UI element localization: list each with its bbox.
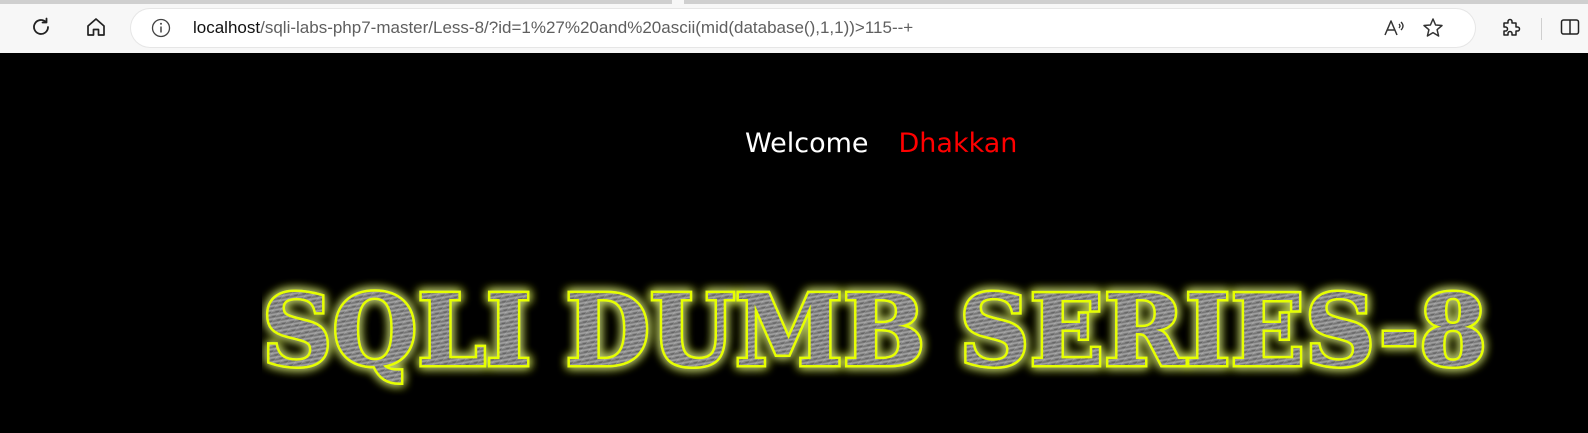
extensions-button[interactable]: [1497, 13, 1525, 41]
tab-active[interactable]: [684, 0, 1588, 4]
toolbar-divider: [1541, 18, 1542, 40]
home-button[interactable]: [82, 13, 110, 41]
welcome-name: Dhakkan: [898, 128, 1018, 159]
info-icon[interactable]: [151, 18, 171, 38]
home-icon: [87, 18, 105, 36]
read-aloud-button[interactable]: [1382, 16, 1406, 40]
refresh-icon: [33, 17, 49, 35]
url-path: /sqli-labs-php7-master/Less-8/?id=1%27%2…: [260, 18, 914, 37]
welcome-label: Welcome: [745, 128, 869, 159]
tab-strip: [0, 0, 1588, 4]
split-screen-icon: [1560, 19, 1580, 35]
address-bar[interactable]: localhost/sqli-labs-php7-master/Less-8/?…: [131, 9, 1475, 47]
split-screen-button[interactable]: [1556, 13, 1584, 41]
refresh-button[interactable]: [27, 13, 55, 41]
series-banner-text: SQLI DUMB SERIES-8: [262, 274, 1487, 389]
series-banner: SQLI DUMB SERIES-8: [262, 273, 1502, 403]
url-text[interactable]: localhost/sqli-labs-php7-master/Less-8/?…: [193, 9, 913, 47]
star-icon: [1423, 18, 1443, 37]
url-host: localhost: [193, 18, 261, 37]
tab-inactive[interactable]: [0, 0, 672, 4]
read-aloud-icon: [1384, 20, 1404, 36]
welcome-message: Welcome Dhakkan: [745, 128, 1017, 159]
favorite-button[interactable]: [1421, 16, 1445, 40]
series-banner-graphic: SQLI DUMB SERIES-8: [262, 273, 1490, 392]
puzzle-icon: [1503, 18, 1521, 36]
browser-toolbar: localhost/sqli-labs-php7-master/Less-8/?…: [0, 0, 1588, 53]
page-content: Welcome Dhakkan SQLI DUMB SERIES-8: [0, 53, 1588, 433]
